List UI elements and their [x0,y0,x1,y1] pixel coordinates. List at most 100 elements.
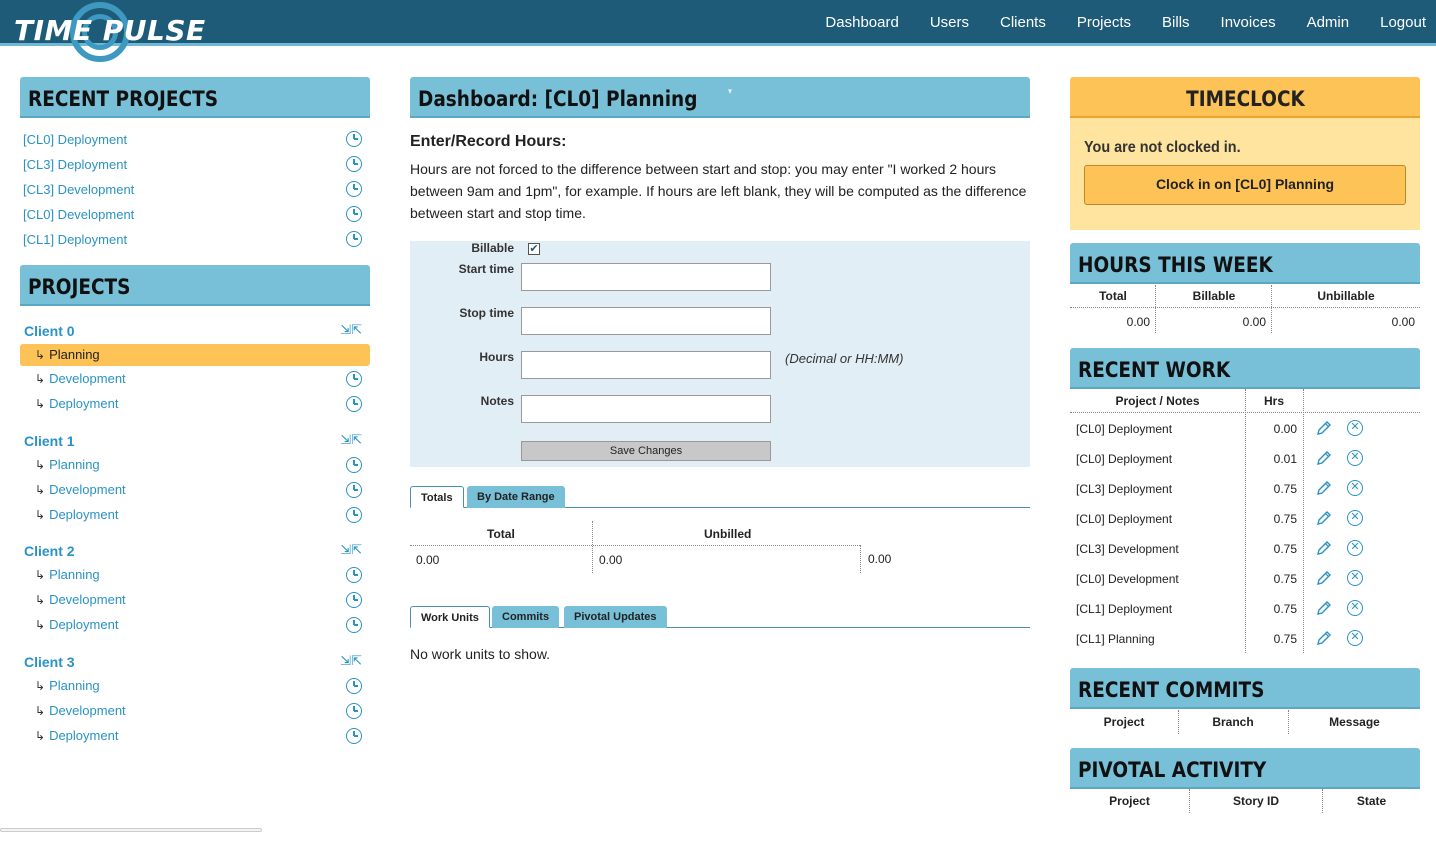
hours-input[interactable] [521,351,771,379]
clock-in-button[interactable]: Clock in on [CL0] Planning [1084,165,1406,205]
app-logo[interactable]: TIME PULSE [14,14,206,47]
project-link[interactable]: Deployment [49,396,118,411]
collapse-icon[interactable]: ⇲⇱ [340,322,362,338]
project-item-active[interactable]: ↳ Planning [20,344,370,366]
clock-icon[interactable] [346,181,362,197]
commits-col-project: Project [1103,715,1145,729]
horizontal-scrollbar[interactable] [0,828,262,832]
clock-icon[interactable] [346,617,362,633]
nav-invoices[interactable]: Invoices [1221,14,1276,31]
save-changes-button[interactable]: Save Changes [521,441,771,461]
sub-arrow-icon: ↳ [35,568,46,582]
clock-icon[interactable] [346,507,362,523]
recent-project-link[interactable]: [CL3] Development [23,182,134,197]
edit-pencil-icon[interactable] [1316,510,1332,526]
clock-icon[interactable] [346,678,362,694]
delete-icon[interactable]: ✕ [1347,450,1363,466]
edit-pencil-icon[interactable] [1316,600,1332,616]
nav-bills[interactable]: Bills [1162,14,1190,31]
clock-icon[interactable] [346,206,362,222]
clock-icon[interactable] [346,567,362,583]
recent-project-link[interactable]: [CL0] Development [23,207,134,222]
recent-work-header: RECENT WORK [1070,348,1420,389]
project-link[interactable]: Development [49,703,126,718]
delete-icon[interactable]: ✕ [1347,480,1363,496]
start-time-input[interactable] [521,263,771,291]
nav-dashboard[interactable]: Dashboard [825,14,898,31]
project-link[interactable]: Planning [49,678,100,693]
tab-commits[interactable]: Commits [492,606,560,628]
edit-pencil-icon[interactable] [1316,420,1332,436]
project-link[interactable]: Planning [49,567,100,582]
edit-pencil-icon[interactable] [1316,630,1332,646]
clock-icon[interactable] [346,156,362,172]
dashboard-title[interactable]: Dashboard: [CL0] Planning ▾ [410,77,1030,118]
project-link[interactable]: Planning [49,457,100,472]
project-link[interactable]: Development [49,592,126,607]
edit-pencil-icon[interactable] [1316,480,1332,496]
clock-icon[interactable] [346,703,362,719]
project-link[interactable]: Deployment [49,507,118,522]
collapse-icon[interactable]: ⇲⇱ [340,542,362,558]
edit-pencil-icon[interactable] [1316,570,1332,586]
recent-project-link[interactable]: [CL3] Deployment [23,157,127,172]
clock-icon[interactable] [346,457,362,473]
recent-project-link[interactable]: [CL1] Deployment [23,232,127,247]
project-link[interactable]: Development [49,371,126,386]
edit-pencil-icon[interactable] [1316,450,1332,466]
table-divider [1322,789,1323,813]
delete-icon[interactable]: ✕ [1347,630,1363,646]
clock-icon[interactable] [346,482,362,498]
billable-checkbox[interactable]: ✔ [528,243,540,255]
notes-input[interactable] [521,395,771,423]
commits-col-branch: Branch [1212,715,1254,729]
delete-icon[interactable]: ✕ [1347,600,1363,616]
tab-totals[interactable]: Totals [410,486,464,508]
clock-icon[interactable] [346,728,362,744]
recent-work-project: [CL0] Deployment [1076,452,1173,466]
clock-icon[interactable] [346,131,362,147]
project-link[interactable]: Planning [49,347,100,362]
no-work-message: No work units to show. [410,646,551,662]
chevron-down-icon[interactable]: ▾ [728,87,732,97]
nav-clients[interactable]: Clients [1000,14,1046,31]
edit-pencil-icon[interactable] [1316,540,1332,556]
clock-icon[interactable] [346,371,362,387]
stop-time-input[interactable] [521,307,771,335]
recent-project-link[interactable]: [CL0] Deployment [23,132,127,147]
client-name[interactable]: Client 0 [24,323,75,339]
tab-by-date-range[interactable]: By Date Range [467,486,565,508]
client-name[interactable]: Client 2 [24,543,75,559]
clock-icon[interactable] [346,592,362,608]
project-item: ↳ Development [20,588,370,613]
clock-icon[interactable] [346,231,362,247]
project-link[interactable]: Development [49,482,126,497]
nav-users[interactable]: Users [930,14,969,31]
recent-work-project: [CL1] Deployment [1076,602,1173,616]
nav-logout[interactable]: Logout [1380,14,1426,31]
nav-projects[interactable]: Projects [1077,14,1131,31]
recent-work-project: [CL0] Deployment [1076,512,1173,526]
project-link[interactable]: Deployment [49,617,118,632]
tab-pivotal-updates[interactable]: Pivotal Updates [564,606,667,628]
table-divider [1178,710,1179,734]
client-name[interactable]: Client 1 [24,433,75,449]
delete-icon[interactable]: ✕ [1347,510,1363,526]
table-divider [1070,307,1420,308]
sub-arrow-icon: ↳ [35,508,46,522]
recent-project-item: [CL0] Development [20,202,370,227]
clock-icon[interactable] [346,396,362,412]
projects-header: PROJECTS [20,265,370,306]
project-item: ↳ Deployment [20,503,370,528]
collapse-icon[interactable]: ⇲⇱ [340,653,362,669]
project-item: ↳ Planning [20,674,370,699]
nav-admin[interactable]: Admin [1307,14,1350,31]
recent-work-project: [CL1] Planning [1076,632,1155,646]
client-name[interactable]: Client 3 [24,654,75,670]
project-link[interactable]: Deployment [49,728,118,743]
delete-icon[interactable]: ✕ [1347,570,1363,586]
tab-work-units[interactable]: Work Units [410,606,490,628]
delete-icon[interactable]: ✕ [1347,420,1363,436]
collapse-icon[interactable]: ⇲⇱ [340,432,362,448]
delete-icon[interactable]: ✕ [1347,540,1363,556]
